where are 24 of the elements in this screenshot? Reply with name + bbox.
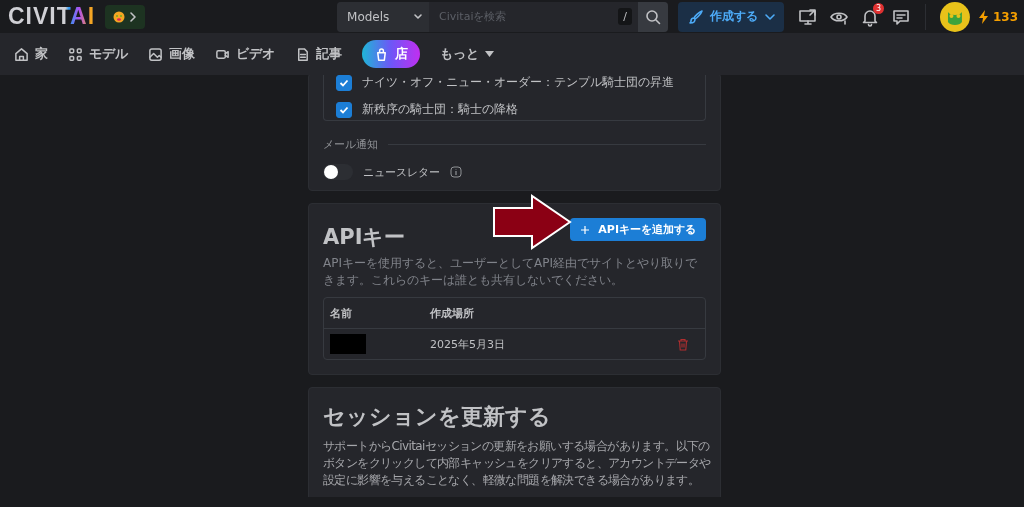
section-label: メール通知 — [323, 137, 378, 152]
column-header: 作成場所 — [429, 305, 475, 321]
section-title: APIキー — [323, 224, 406, 251]
shortcut-key: / — [618, 8, 633, 25]
category-select[interactable]: Models — [337, 1, 430, 32]
add-api-key-button[interactable]: APIキーを追加する — [570, 218, 706, 241]
section-title: セッションを更新する — [323, 403, 552, 431]
nav-tab[interactable]: 記事 — [295, 40, 342, 68]
nav-tab[interactable]: 画像 — [148, 40, 195, 68]
create-button[interactable]: 作成する — [678, 1, 785, 32]
nav-tab[interactable]: 家 — [14, 40, 48, 68]
nav-tab[interactable]: モデル — [68, 40, 128, 68]
checkbox-label: ナイツ・オフ・ニュー・オーダー：テンプル騎士団の昇進 — [362, 75, 674, 91]
shop-tab[interactable]: 店 — [362, 40, 420, 68]
description-text: APIキーを使用すると、ユーザーとしてAPI経由でサイトとやり取りできます。これらのキーは誰とも共有しないでください。 — [323, 255, 698, 289]
notification-badge: 3 — [872, 2, 885, 14]
column-header: 名前 — [329, 305, 353, 321]
description-text: サポートからCivitaiセッションの更新をお願いする場合があります。以下のボタンをクリックして内部キャッシュをクリアすると、アカウントデータや設定に影響を与えることなく、軽微な問題を解決できる場合があります。 — [323, 438, 712, 489]
buzz-balance[interactable]: 133 — [977, 8, 1018, 25]
checkbox-label: 新秩序の騎士団：騎士の降格 — [362, 101, 518, 118]
table-cell-text: 2025年5月3日 — [429, 336, 506, 352]
nav-tab[interactable]: ビデオ — [215, 40, 275, 68]
toggle-label: ニュースレター — [363, 164, 440, 180]
more-menu[interactable]: もっと — [440, 40, 494, 68]
